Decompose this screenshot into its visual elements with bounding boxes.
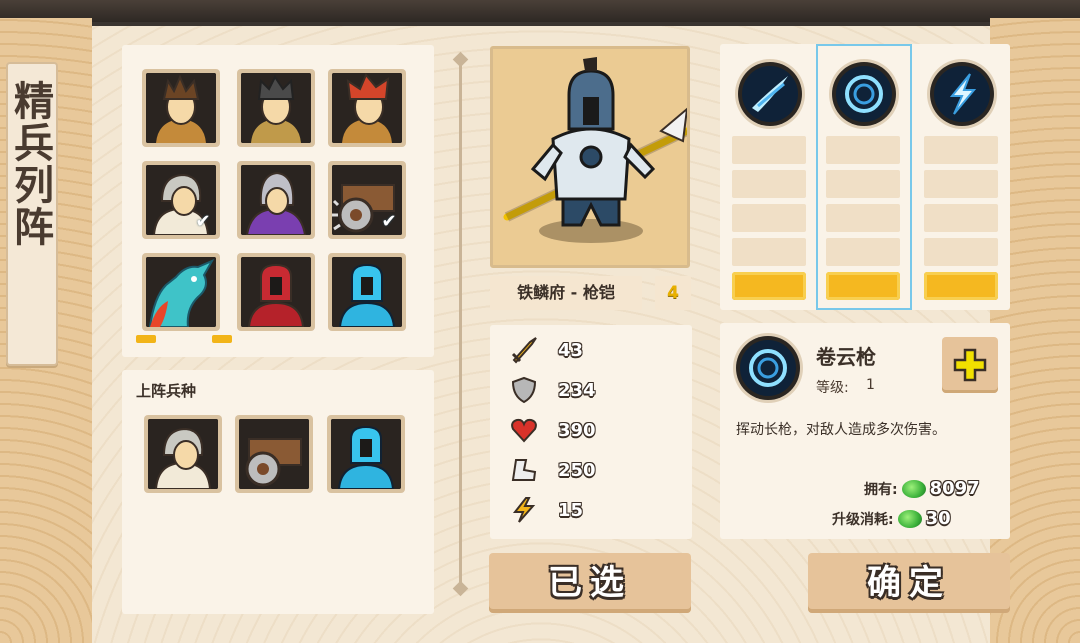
stat-speed: 250 [510,453,596,487]
stat-defense: 234 [510,373,596,407]
owned-value: 8097 [929,478,980,499]
unit-slot-barbarian-black[interactable] [237,69,315,147]
owned-resource-row: 拥有: 8097 [864,478,980,499]
sword-icon [510,336,538,364]
page-title: 精兵列阵 [7,80,54,248]
barbarian-brown-icon [146,73,216,143]
stat-value: 234 [558,379,596,401]
jade-gem-icon [901,479,926,498]
owned-label: 拥有: [864,481,898,498]
stat-value: 390 [558,419,596,441]
skill-slot [732,238,806,266]
shield-icon [510,376,538,404]
cost-value: 30 [925,508,951,529]
blue-knight-icon [331,419,401,489]
skill-column-2[interactable] [816,44,912,310]
deployed-slot-shield-cart[interactable] [235,415,313,493]
skill-slot [924,204,998,232]
unit-slot-blue-knight[interactable] [328,253,406,331]
unit-slot-hooded-monk[interactable]: ✔ [142,161,220,239]
jade-gem-icon [897,509,922,528]
skill-slot [826,170,900,198]
red-knight-icon [241,257,311,327]
stat-value: 43 [558,339,584,361]
deployed-slot-blue-knight[interactable] [327,415,405,493]
unit-slot-red-knight[interactable] [237,253,315,331]
barbarian-black-icon [241,73,311,143]
confirm-button[interactable]: 确定 [808,553,1010,613]
skill-slot [732,204,806,232]
unit-level-badge: 4 [655,276,691,310]
skill-select-bar[interactable] [732,272,806,300]
scroll-indicator-right [212,335,232,343]
armored-spearman-icon [493,49,687,265]
unit-roster-grid: ✔ ✔ [122,45,434,357]
heart-icon [510,416,538,444]
upgrade-cost-row: 升级消耗: 30 [832,508,951,529]
spiral-spear-icon [736,336,800,400]
shield-cart-icon [239,419,309,489]
unit-slot-barbarian-red[interactable] [328,69,406,147]
deployed-slot-hooded-monk[interactable] [144,415,222,493]
top-scenery [0,0,1080,22]
unit-slot-shield-cart[interactable]: ✔ [328,161,406,239]
cyan-dragon-icon [146,257,216,327]
skill-slot [826,204,900,232]
skill-slot [732,170,806,198]
cost-label: 升级消耗: [832,511,894,528]
selected-button[interactable]: 已选 [489,553,691,613]
spiral-spear-icon [832,62,896,126]
boot-icon [510,456,538,484]
deployed-units-label: 上阵兵种 [136,382,197,400]
blade-slash-icon [738,62,802,126]
unit-name: 铁鳞府 - 枪铠 [490,276,642,310]
purple-mage-icon [241,165,311,235]
lightning-icon [510,496,538,524]
stat-value: 250 [558,459,596,481]
stat-health: 390 [510,413,596,447]
skill-name: 卷云枪 [816,345,876,369]
skill-slot [924,170,998,198]
barbarian-red-icon [332,73,402,143]
unit-slot-cyan-dragon[interactable] [142,253,220,331]
skill-description: 挥动长枪，对敌人造成多次伤害。 [736,422,946,438]
selected-check-icon: ✔ [381,211,397,232]
skill-slot [732,136,806,164]
scroll-indicator-left [136,335,156,343]
skill-slot [924,238,998,266]
blue-knight-icon [332,257,402,327]
skill-select-bar[interactable] [924,272,998,300]
lightning-strike-icon [930,62,994,126]
skill-column-1[interactable] [722,44,818,310]
stat-value: 15 [558,499,584,521]
skill-level-value: 1 [866,377,875,393]
skill-level-label: 等级: [816,380,849,396]
hooded-monk-icon [148,419,218,489]
stat-attack: 43 [510,333,583,367]
column-divider [459,55,462,595]
skill-slot [826,238,900,266]
skill-column-3[interactable] [914,44,1010,310]
skill-slot [826,136,900,164]
skill-select-bar[interactable] [826,272,900,300]
upgrade-skill-button[interactable] [942,337,998,393]
unit-slot-purple-mage[interactable] [237,161,315,239]
skill-slot [924,136,998,164]
unit-portrait [490,46,690,268]
unit-slot-barbarian-brown[interactable] [142,69,220,147]
stat-attack-speed: 15 [510,493,583,527]
selected-check-icon: ✔ [195,211,211,232]
plus-icon [953,348,987,382]
